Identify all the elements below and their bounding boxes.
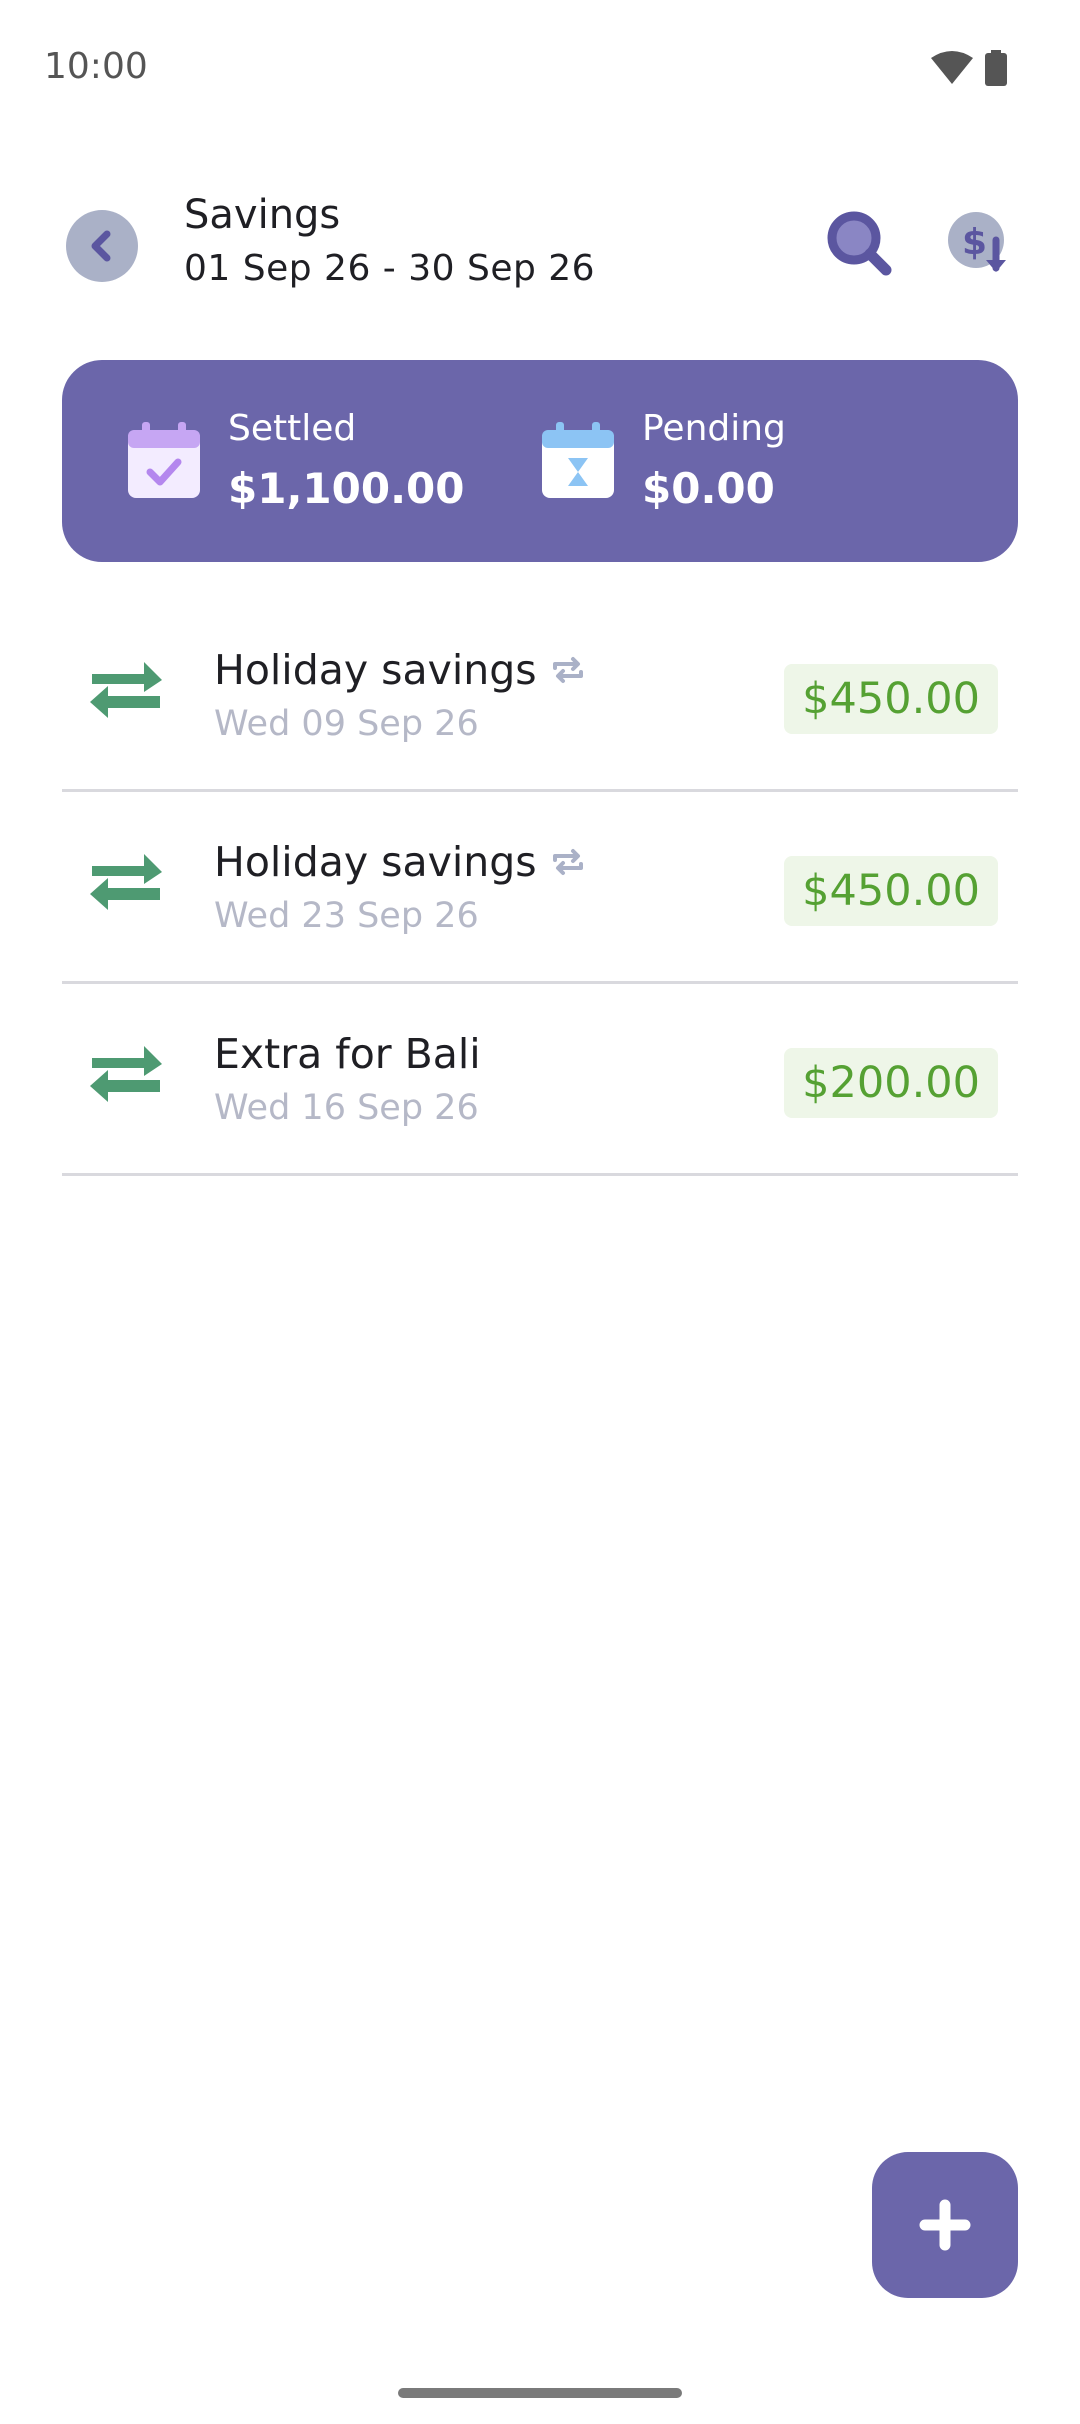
transaction-amount: $200.00 [784, 1048, 998, 1118]
transaction-row[interactable]: Holiday savings Wed 23 Sep 26 $450.00 [62, 792, 1018, 984]
plus-icon [919, 2199, 971, 2251]
repeat-icon [552, 849, 583, 875]
wifi-icon [931, 51, 973, 84]
settled-label: Settled [228, 408, 357, 449]
transaction-date: Wed 23 Sep 26 [214, 896, 479, 936]
date-range[interactable]: 01 Sep 26 - 30 Sep 26 [184, 248, 595, 289]
back-button[interactable] [66, 210, 138, 282]
screen: 10:00 Savings 01 Sep 26 - 30 Sep 26 $ Se… [0, 0, 1080, 2424]
transaction-title: Extra for Bali [214, 1030, 481, 1078]
app-header: Savings 01 Sep 26 - 30 Sep 26 $ [0, 180, 1080, 320]
export-button[interactable]: $ [940, 204, 1020, 284]
transaction-amount: $450.00 [784, 856, 998, 926]
transaction-date: Wed 09 Sep 26 [214, 704, 479, 744]
transaction-title-text: Extra for Bali [214, 1030, 481, 1078]
pending-label: Pending [642, 408, 786, 449]
summary-card: Settled $1,100.00 Pending $0.00 [62, 360, 1018, 562]
transfer-arrows-icon [90, 854, 162, 910]
calendar-hourglass-icon [542, 422, 614, 498]
add-transaction-button[interactable] [872, 2152, 1018, 2298]
transaction-title: Holiday savings [214, 838, 585, 886]
repeat-icon [552, 657, 583, 683]
transaction-title-text: Holiday savings [214, 646, 537, 694]
svg-text:$: $ [962, 222, 987, 263]
transaction-row[interactable]: Extra for Bali Wed 16 Sep 26 $200.00 [62, 984, 1018, 1176]
calendar-check-icon [128, 422, 200, 498]
transfer-arrows-icon [90, 1046, 162, 1102]
dollar-download-icon: $ [948, 212, 1006, 272]
transaction-date: Wed 16 Sep 26 [214, 1088, 479, 1128]
transaction-title-text: Holiday savings [214, 838, 537, 886]
pending-summary: Pending $0.00 [542, 360, 942, 562]
transaction-amount: $450.00 [784, 664, 998, 734]
battery-icon [985, 50, 1007, 86]
status-time: 10:00 [44, 46, 148, 87]
transaction-title: Holiday savings [214, 646, 585, 694]
page-title: Savings [184, 192, 341, 238]
transaction-list: Holiday savings Wed 09 Sep 26 $450.00 Ho… [62, 600, 1018, 1176]
home-indicator[interactable] [398, 2388, 682, 2398]
chevron-left-icon [91, 230, 111, 262]
status-bar: 10:00 [0, 0, 1080, 140]
settled-summary: Settled $1,100.00 [128, 360, 508, 562]
transfer-arrows-icon [90, 662, 162, 718]
transaction-row[interactable]: Holiday savings Wed 09 Sep 26 $450.00 [62, 600, 1018, 792]
search-icon [827, 211, 892, 276]
settled-value: $1,100.00 [228, 464, 465, 513]
search-button[interactable] [820, 204, 900, 284]
pending-value: $0.00 [642, 464, 775, 513]
